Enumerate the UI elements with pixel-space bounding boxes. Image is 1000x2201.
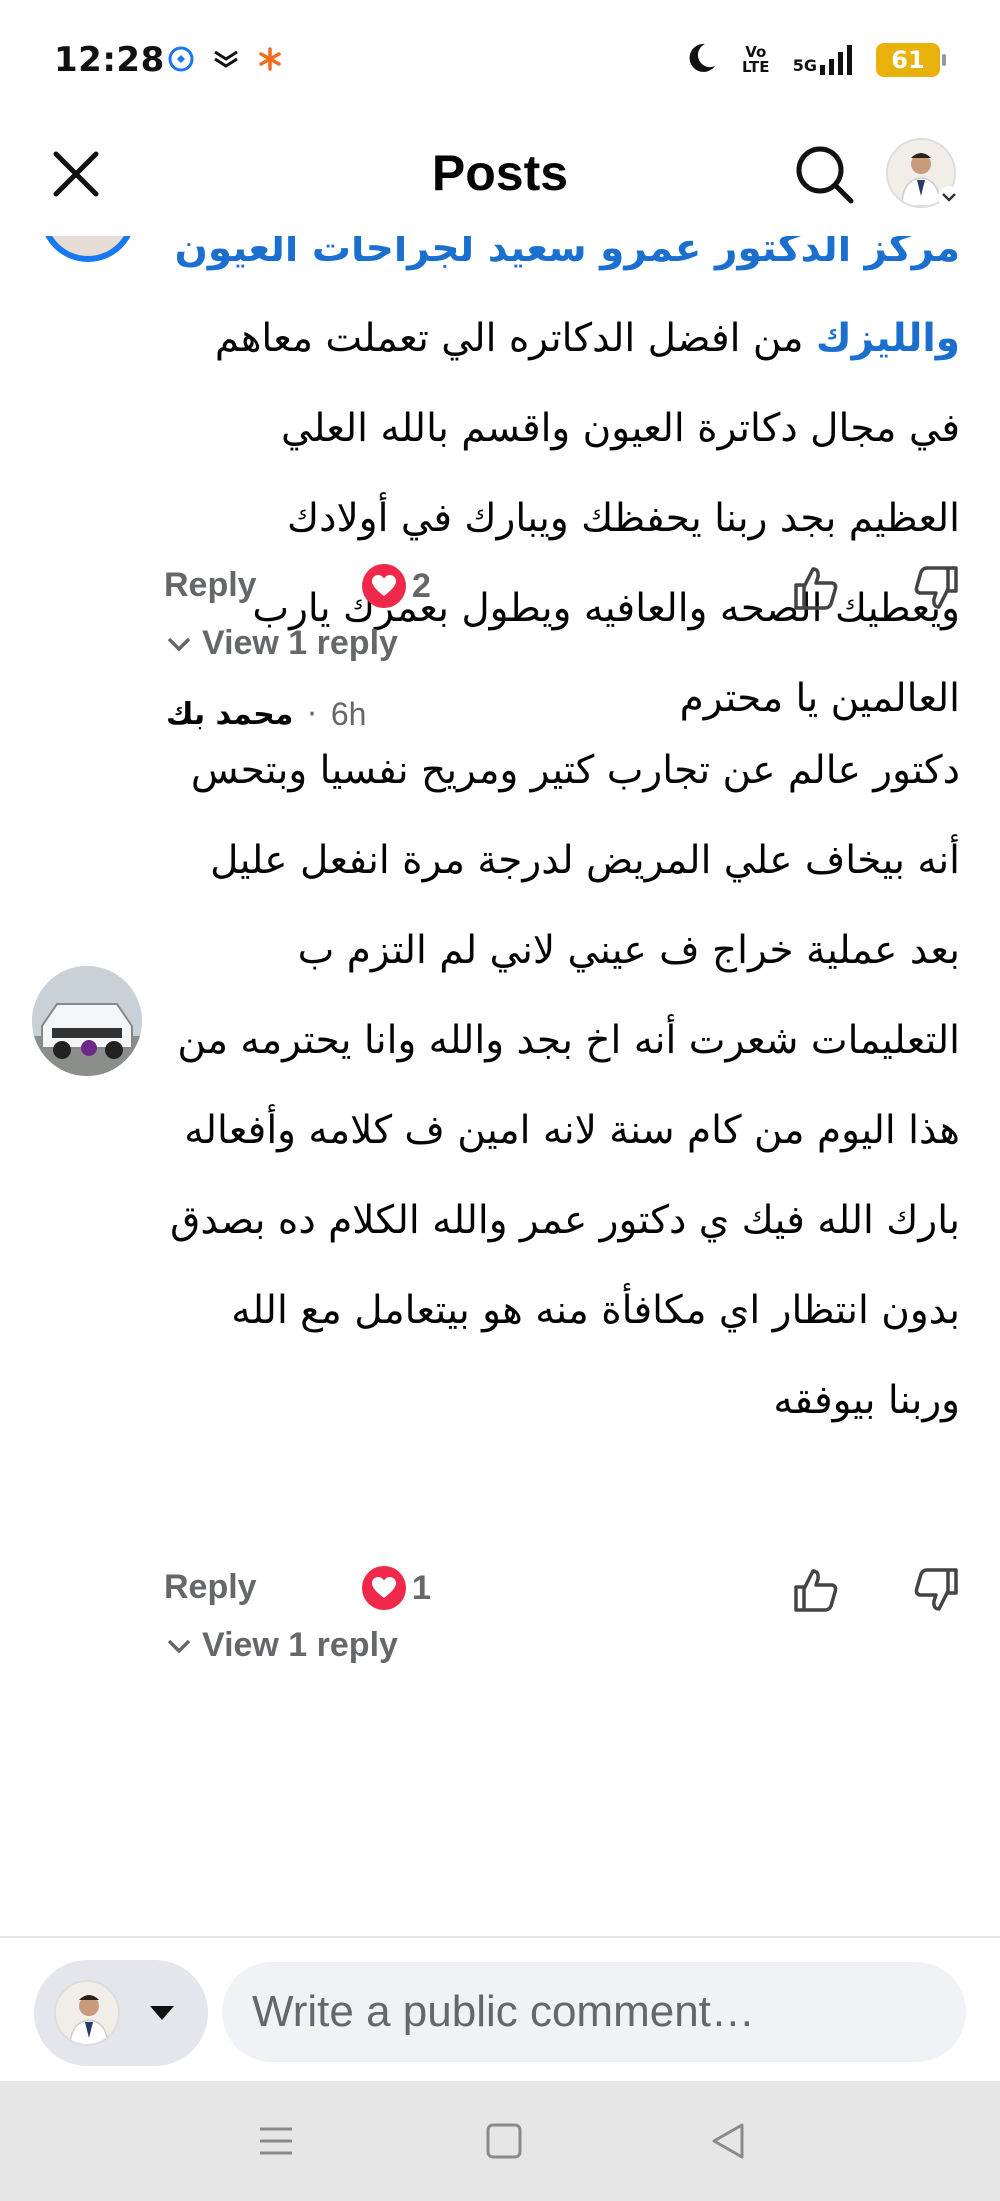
reaction-summary[interactable]: 1 [362, 1566, 431, 1610]
back-nav-button[interactable] [698, 2111, 758, 2171]
comment-actions: Reply 1 [160, 1562, 960, 1622]
app-notification-icon [258, 47, 282, 75]
dislike-button[interactable] [908, 560, 964, 616]
status-bar: 12:28 Vo LTE 5G 61 [0, 0, 1000, 128]
comment-actions: Reply 2 [160, 560, 960, 620]
thumbs-down-icon [914, 1568, 958, 1611]
comment-text: دكتور عالم عن تجارب كتير ومريح نفسيا وبت… [170, 748, 960, 1423]
like-button[interactable] [788, 560, 844, 616]
dislike-button[interactable] [908, 1562, 964, 1618]
reaction-count: 1 [412, 1568, 431, 1607]
menu-icon [260, 2127, 292, 2155]
thumbs-up-icon [794, 567, 838, 610]
like-button[interactable] [788, 1562, 844, 1618]
view-replies-link[interactable]: View 1 reply [166, 624, 398, 663]
app-notification-icon [212, 48, 240, 74]
chevron-down-icon [938, 186, 960, 208]
home-nav-button[interactable] [474, 2111, 534, 2171]
avatar[interactable] [32, 966, 142, 1076]
reply-button[interactable]: Reply [164, 1568, 257, 1607]
do-not-disturb-icon [683, 40, 719, 80]
thumbs-down-icon [914, 566, 958, 609]
top-bar: Posts [0, 128, 1000, 236]
caret-down-icon [150, 2006, 174, 2020]
system-navigation-bar [0, 2081, 1000, 2201]
volte-icon: Vo LTE [741, 43, 770, 76]
battery-level: 61 [891, 46, 925, 74]
comment-input[interactable]: Write a public comment… [222, 1962, 966, 2062]
identity-switcher-button[interactable] [34, 1960, 208, 2066]
comment-body: دكتور عالم عن تجارب كتير ومريح نفسيا وبت… [160, 726, 960, 1446]
chevron-down-icon [167, 637, 191, 651]
home-square-icon [486, 2123, 522, 2159]
notification-icons [168, 46, 282, 76]
thumbs-up-icon [794, 1569, 838, 1612]
signal-icon: 5G [793, 45, 854, 75]
profile-menu-button[interactable] [886, 138, 960, 208]
comment-input-placeholder: Write a public comment… [252, 1987, 755, 2036]
reaction-summary[interactable]: 2 [362, 564, 431, 608]
comment-composer: Write a public comment… [0, 1936, 1000, 2081]
status-time: 12:28 [54, 40, 165, 80]
heart-icon [362, 564, 406, 608]
heart-icon [362, 1566, 406, 1610]
search-button[interactable] [790, 140, 860, 210]
chevron-down-icon [167, 1639, 191, 1653]
system-icons: Vo LTE 5G 61 [683, 40, 946, 80]
reply-button[interactable]: Reply [164, 566, 257, 605]
view-replies-link[interactable]: View 1 reply [166, 1626, 398, 1665]
search-icon [796, 146, 854, 204]
app-notification-icon [168, 46, 194, 76]
view-replies-label: View 1 reply [202, 1626, 398, 1664]
menu-nav-button[interactable] [246, 2111, 306, 2171]
comment-body: مركز الدكتور عمرو سعيد لجراحات العيون وا… [160, 236, 960, 744]
comments-list[interactable]: مركز الدكتور عمرو سعيد لجراحات العيون وا… [0, 236, 1000, 1936]
battery-icon: 61 [876, 43, 946, 77]
avatar [40, 236, 136, 262]
reaction-count: 2 [412, 566, 431, 605]
avatar [54, 1980, 120, 2046]
view-replies-label: View 1 reply [202, 624, 398, 662]
back-triangle-icon [712, 2123, 744, 2159]
network-type: 5G [792, 56, 817, 75]
